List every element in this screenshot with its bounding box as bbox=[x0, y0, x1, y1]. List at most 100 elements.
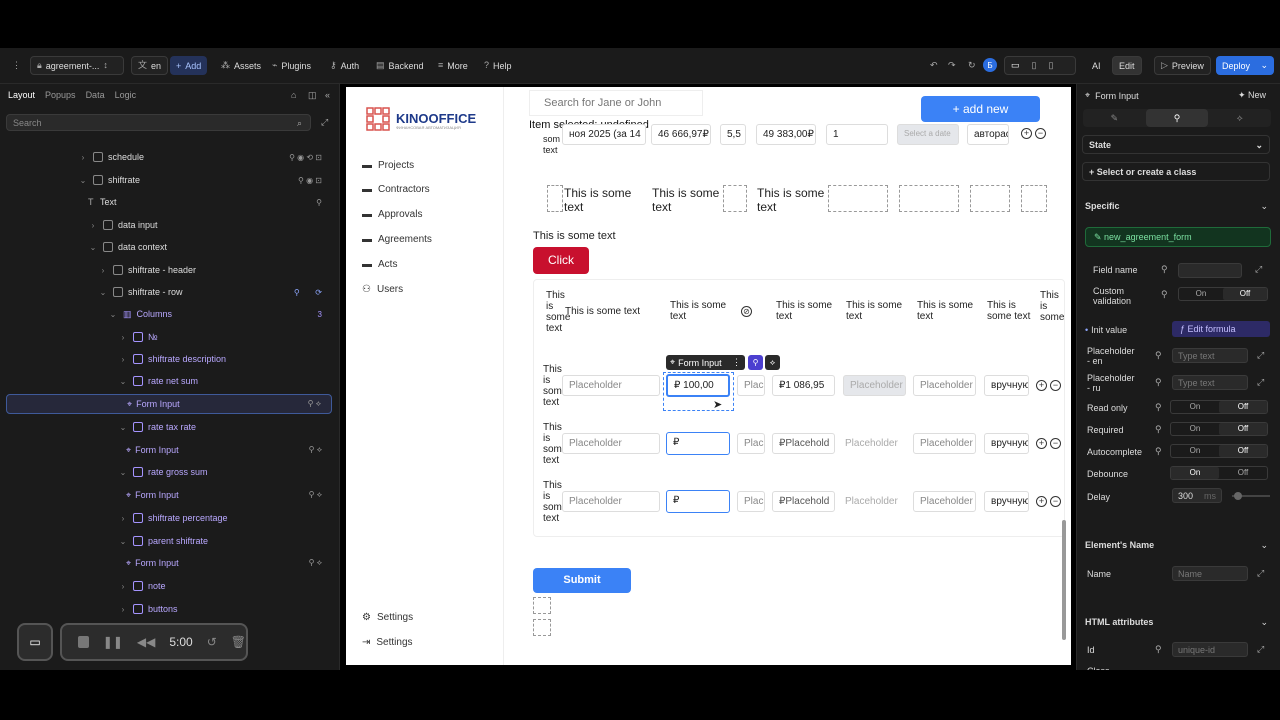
nav-users[interactable]: ⚇ Users bbox=[362, 284, 403, 295]
tree-item-rate-tax-rate[interactable]: ⌄ rate tax rate bbox=[0, 417, 339, 437]
bind-icon[interactable]: ⚲ bbox=[1161, 265, 1168, 274]
backend-button[interactable]: ▤ Backend bbox=[370, 56, 430, 75]
remove-row-icon[interactable]: − bbox=[1035, 128, 1046, 139]
tree-item-parent-shiftrate[interactable]: ⌄ parent shiftrate bbox=[0, 531, 339, 551]
tree-item-rate-net-sum[interactable]: ⌄ rate net sum bbox=[0, 371, 339, 391]
row2-tax[interactable]: Plac bbox=[737, 433, 765, 454]
restart-icon[interactable]: ↺ bbox=[207, 635, 217, 649]
tree-item-shiftrate[interactable]: ⌄ shiftrate ⚲ ◉ ⊡ bbox=[0, 170, 339, 190]
row0-pct-select[interactable]: 1 bbox=[826, 124, 888, 145]
layers-search-input[interactable]: Search bbox=[6, 114, 311, 131]
tree-item-buttons[interactable]: › buttons bbox=[0, 599, 339, 619]
on-option[interactable]: On bbox=[1171, 445, 1219, 457]
tree-item-form-input[interactable]: ⌖ Form Input ⚲ ⟡ bbox=[0, 553, 339, 573]
on-option[interactable]: On bbox=[1171, 423, 1219, 435]
tab-popups[interactable]: Popups bbox=[45, 90, 76, 100]
stop-icon[interactable] bbox=[78, 636, 89, 648]
nav-settings-2[interactable]: ⇥ Settings bbox=[362, 637, 413, 648]
add-row-icon[interactable]: + bbox=[1036, 438, 1047, 449]
add-row-icon[interactable]: + bbox=[1036, 380, 1047, 391]
chevron-down-icon[interactable]: ⌄ bbox=[1260, 617, 1268, 628]
disabled-icon[interactable]: ⊘ bbox=[741, 306, 752, 317]
bind-icon[interactable]: ⚲ bbox=[1155, 425, 1162, 434]
row2-net-input[interactable]: ₽ bbox=[666, 432, 730, 455]
submit-button[interactable]: Submit bbox=[533, 568, 631, 593]
placeholder-en-input[interactable]: Type text bbox=[1172, 348, 1248, 363]
specific-section[interactable]: Specific bbox=[1085, 201, 1270, 211]
tree-item-data-input[interactable]: › data input bbox=[0, 215, 339, 235]
tree-item-columns[interactable]: ⌄ ▥ Columns 3 bbox=[0, 304, 339, 324]
preview-button[interactable]: ▷ Preview bbox=[1154, 56, 1211, 75]
auth-button[interactable]: ⚷ Auth bbox=[324, 56, 365, 75]
canvas-scrollbar[interactable] bbox=[1062, 520, 1066, 640]
undo-button[interactable]: ↶ bbox=[924, 56, 944, 75]
row1-tax[interactable]: Plac bbox=[737, 375, 765, 396]
custom-validation-toggle[interactable]: On Off bbox=[1178, 287, 1268, 301]
row1-parent[interactable]: Placeholder bbox=[913, 375, 976, 396]
tab-data[interactable]: Data bbox=[86, 90, 105, 100]
expand-icon[interactable]: ⤢ bbox=[1257, 351, 1264, 360]
tree-item-form-input-selected[interactable]: ⌖ Form Input ⚲ ⟡ bbox=[6, 394, 332, 414]
row0-gross[interactable]: 49 383,00₽ bbox=[756, 124, 816, 145]
settings-tab-icon[interactable]: ⚲ bbox=[1145, 109, 1209, 127]
expand-icon[interactable]: ⤢ bbox=[1257, 569, 1264, 578]
bind-icon[interactable]: ⚲ bbox=[1155, 378, 1162, 387]
expand-icon[interactable]: ⤢ bbox=[1255, 265, 1262, 274]
layer-actions-icon[interactable]: ⚲ ⟡ bbox=[309, 445, 322, 455]
remove-row-icon[interactable]: − bbox=[1050, 496, 1061, 507]
remove-row-icon[interactable]: − bbox=[1050, 438, 1061, 449]
expand-icon[interactable]: ⤢ bbox=[321, 118, 328, 127]
placeholder-ru-input[interactable]: Type text bbox=[1172, 375, 1248, 390]
html-attributes-section[interactable]: HTML attributes bbox=[1085, 617, 1270, 627]
tree-item-rate-gross-sum[interactable]: ⌄ rate gross sum bbox=[0, 462, 339, 482]
nav-contractors[interactable]: ▬ Contractors bbox=[362, 184, 430, 195]
tree-item-schedule[interactable]: › schedule ⚲ ◉ ⟲ ⊡ bbox=[0, 147, 339, 167]
device-switcher[interactable]: ▭ ▯ ▯ bbox=[1004, 56, 1076, 75]
panel-icon[interactable]: ◫ bbox=[308, 91, 317, 100]
repeat-icon[interactable]: ⚲ ⟳ bbox=[294, 288, 322, 297]
tree-item-shiftrate-percentage[interactable]: › shiftrate percentage bbox=[0, 508, 339, 528]
row0-net[interactable]: 46 666,97₽ bbox=[651, 124, 711, 145]
trash-icon[interactable]: 🗑︎ bbox=[231, 635, 246, 649]
refresh-button[interactable]: ↻ bbox=[962, 56, 982, 75]
more-button[interactable]: ≡ More bbox=[432, 56, 474, 75]
collapse-icon[interactable]: « bbox=[325, 91, 330, 100]
plugins-button[interactable]: ⌁ Plugins bbox=[266, 56, 317, 75]
style-tab-icon[interactable]: ✎ bbox=[1083, 109, 1146, 127]
chevron-down-icon[interactable]: ⌄ bbox=[1260, 201, 1268, 212]
on-option[interactable]: On bbox=[1171, 401, 1219, 413]
add-new-button[interactable]: + add new bbox=[921, 96, 1040, 122]
tree-item-note[interactable]: › note bbox=[0, 576, 339, 596]
rewind-icon[interactable]: ◀◀ bbox=[137, 635, 155, 649]
read-only-toggle[interactable]: On Off bbox=[1170, 400, 1268, 414]
debounce-toggle[interactable]: On Off bbox=[1170, 466, 1268, 480]
bind-icon[interactable]: ⚲ bbox=[1155, 351, 1162, 360]
tree-item-form-input[interactable]: ⌖ Form Input ⚲ ⟡ bbox=[0, 485, 339, 505]
tree-item-data-context[interactable]: ⌄ data context bbox=[0, 237, 339, 257]
deploy-button[interactable]: Deploy ⌄ bbox=[1216, 56, 1274, 75]
bind-icon[interactable]: ⚲ bbox=[1161, 290, 1168, 299]
state-select[interactable]: State ⌄ bbox=[1082, 135, 1270, 154]
tree-item-shiftrate-header[interactable]: › shiftrate - header bbox=[0, 260, 339, 280]
row2-parent[interactable]: Placeholder bbox=[913, 433, 976, 454]
user-avatar[interactable]: Б bbox=[983, 58, 997, 72]
off-option[interactable]: Off bbox=[1223, 288, 1267, 300]
off-option[interactable]: Off bbox=[1219, 401, 1267, 413]
pause-icon[interactable]: ❚❚ bbox=[103, 635, 123, 649]
layer-actions-icon[interactable]: ⚲ ◉ ⊡ bbox=[298, 176, 322, 185]
nav-projects[interactable]: ▬ Projects bbox=[362, 160, 414, 171]
chevron-down-icon[interactable]: ⌄ bbox=[1260, 540, 1268, 551]
layer-actions-icon[interactable]: ⚲ ⟡ bbox=[309, 490, 322, 500]
add-row-icon[interactable]: + bbox=[1036, 496, 1047, 507]
bind-icon[interactable]: ⚲ bbox=[748, 355, 763, 370]
ai-button[interactable]: AI bbox=[1086, 56, 1107, 75]
on-option[interactable]: On bbox=[1171, 467, 1219, 479]
row3-desc[interactable]: Placeholder bbox=[562, 491, 660, 512]
off-option[interactable]: Off bbox=[1219, 423, 1267, 435]
delay-input[interactable]: 300 ms bbox=[1172, 488, 1222, 503]
nav-agreements[interactable]: ▬ Agreements bbox=[362, 234, 432, 245]
off-option[interactable]: Off bbox=[1219, 445, 1267, 457]
on-option[interactable]: On bbox=[1179, 288, 1223, 300]
id-input[interactable]: unique-id bbox=[1172, 642, 1248, 657]
tree-item-shiftrate-row[interactable]: ⌄ shiftrate - row ⚲ ⟳ bbox=[0, 282, 339, 302]
